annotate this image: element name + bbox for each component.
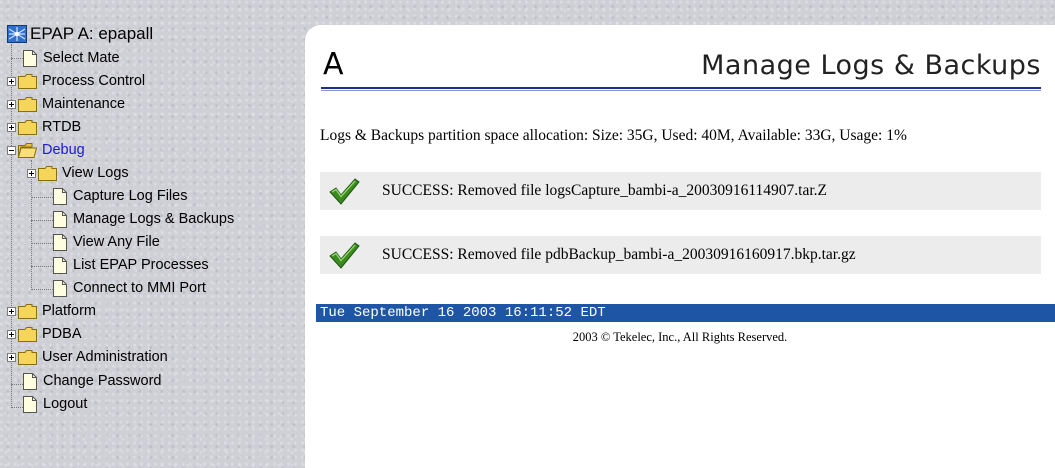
- expand-icon[interactable]: [7, 306, 16, 316]
- expand-icon[interactable]: [7, 76, 16, 86]
- tree-root[interactable]: EPAP A: epapall: [7, 24, 153, 44]
- success-message-text: SUCCESS: Removed file pdbBackup_bambi-a_…: [382, 246, 856, 263]
- folder-icon: [18, 119, 37, 135]
- tree-item-change-password[interactable]: Change Password: [23, 371, 162, 391]
- tree-item-list-epap-processes[interactable]: List EPAP Processes: [53, 255, 209, 275]
- tree-connector-line: [31, 266, 53, 267]
- tree-connector-line: [31, 220, 53, 221]
- folder-icon: [18, 73, 37, 89]
- tree-item-label: Process Control: [42, 73, 146, 89]
- tree-connector-line: [11, 407, 23, 408]
- success-message: SUCCESS: Removed file pdbBackup_bambi-a_…: [320, 236, 1041, 274]
- tree-item-view-any-file[interactable]: View Any File: [53, 232, 160, 252]
- check-icon: [329, 242, 360, 269]
- tree-item-label: Capture Log Files: [73, 188, 188, 204]
- tree-connector-line: [31, 289, 53, 290]
- page-icon: [53, 210, 67, 228]
- tree-item-label: Platform: [42, 303, 96, 319]
- folder-icon: [18, 303, 37, 319]
- page-icon: [23, 49, 37, 67]
- expand-icon[interactable]: [7, 352, 16, 362]
- tree-item-logout[interactable]: Logout: [23, 394, 87, 414]
- tree-item-label: Manage Logs & Backups: [73, 211, 235, 227]
- page-header: A Manage Logs & Backups: [321, 47, 1041, 87]
- tree-item-label: Maintenance: [42, 96, 126, 112]
- tree-item-label: Change Password: [43, 373, 162, 389]
- tree-item-label: Select Mate: [43, 50, 120, 66]
- folder-icon: [18, 96, 37, 112]
- folder-icon: [18, 326, 37, 342]
- page-icon: [53, 233, 67, 251]
- tree-item-label: RTDB: [42, 119, 82, 135]
- tree-item-label: View Any File: [73, 234, 160, 250]
- tree-item-platform[interactable]: Platform: [7, 301, 96, 321]
- expand-icon[interactable]: [7, 122, 16, 132]
- tree-connector-line: [31, 197, 53, 198]
- page-title: Manage Logs & Backups: [701, 50, 1041, 81]
- expand-icon[interactable]: [27, 168, 36, 178]
- folder-icon: [38, 165, 57, 181]
- network-icon: [7, 25, 27, 43]
- tree-item-label: PDBA: [42, 326, 82, 342]
- title-divider: [321, 87, 1041, 91]
- tree-item-rtdb[interactable]: RTDB: [7, 117, 81, 137]
- open-folder-icon: [18, 142, 37, 158]
- date-time-bar: Tue September 16 2003 16:11:52 EDT: [316, 304, 1055, 322]
- tree-item-process-control[interactable]: Process Control: [7, 71, 145, 91]
- tree-item-maintenance[interactable]: Maintenance: [7, 94, 125, 114]
- tree-connector-line: [11, 58, 23, 59]
- content-panel: A Manage Logs & Backups Logs & Backups p…: [305, 25, 1055, 468]
- tree-item-label: View Logs: [62, 165, 129, 181]
- mate-indicator: A: [323, 47, 344, 82]
- tree-connector-line: [11, 384, 23, 385]
- partition-allocation-text: Logs & Backups partition space allocatio…: [320, 127, 907, 144]
- tree-item-manage-logs-backups[interactable]: Manage Logs & Backups: [53, 209, 234, 229]
- tree-item-connect-mmi-port[interactable]: Connect to MMI Port: [53, 278, 206, 298]
- tree-item-pdba[interactable]: PDBA: [7, 324, 82, 344]
- tree-item-user-administration[interactable]: User Administration: [7, 347, 168, 367]
- check-icon: [329, 178, 360, 205]
- tree-item-capture-log-files[interactable]: Capture Log Files: [53, 186, 187, 206]
- page-icon: [53, 256, 67, 274]
- page-icon: [23, 395, 37, 413]
- page-icon: [23, 372, 37, 390]
- tree-root-label: EPAP A: epapall: [30, 24, 154, 43]
- expand-icon[interactable]: [7, 99, 16, 109]
- tree-item-label: List EPAP Processes: [73, 257, 209, 273]
- success-message: SUCCESS: Removed file logsCapture_bambi-…: [320, 172, 1041, 210]
- navigation-tree: EPAP A: epapall Select Mate Process Cont…: [0, 0, 305, 468]
- tree-item-label: User Administration: [42, 349, 168, 365]
- copyright-footer: 2003 © Tekelec, Inc., All Rights Reserve…: [572, 330, 788, 344]
- page-icon: [53, 187, 67, 205]
- success-message-text: SUCCESS: Removed file logsCapture_bambi-…: [382, 182, 828, 199]
- tree-item-debug[interactable]: Debug: [7, 140, 85, 160]
- tree-item-label: Connect to MMI Port: [73, 280, 206, 296]
- tree-item-label: Logout: [43, 396, 88, 412]
- collapse-icon[interactable]: [7, 145, 16, 155]
- tree-item-view-logs[interactable]: View Logs: [27, 163, 129, 183]
- page-icon: [53, 279, 67, 297]
- tree-item-select-mate[interactable]: Select Mate: [23, 48, 120, 68]
- tree-connector-line: [31, 243, 53, 244]
- expand-icon[interactable]: [7, 329, 16, 339]
- tree-item-label: Debug: [42, 142, 85, 158]
- folder-icon: [18, 349, 37, 365]
